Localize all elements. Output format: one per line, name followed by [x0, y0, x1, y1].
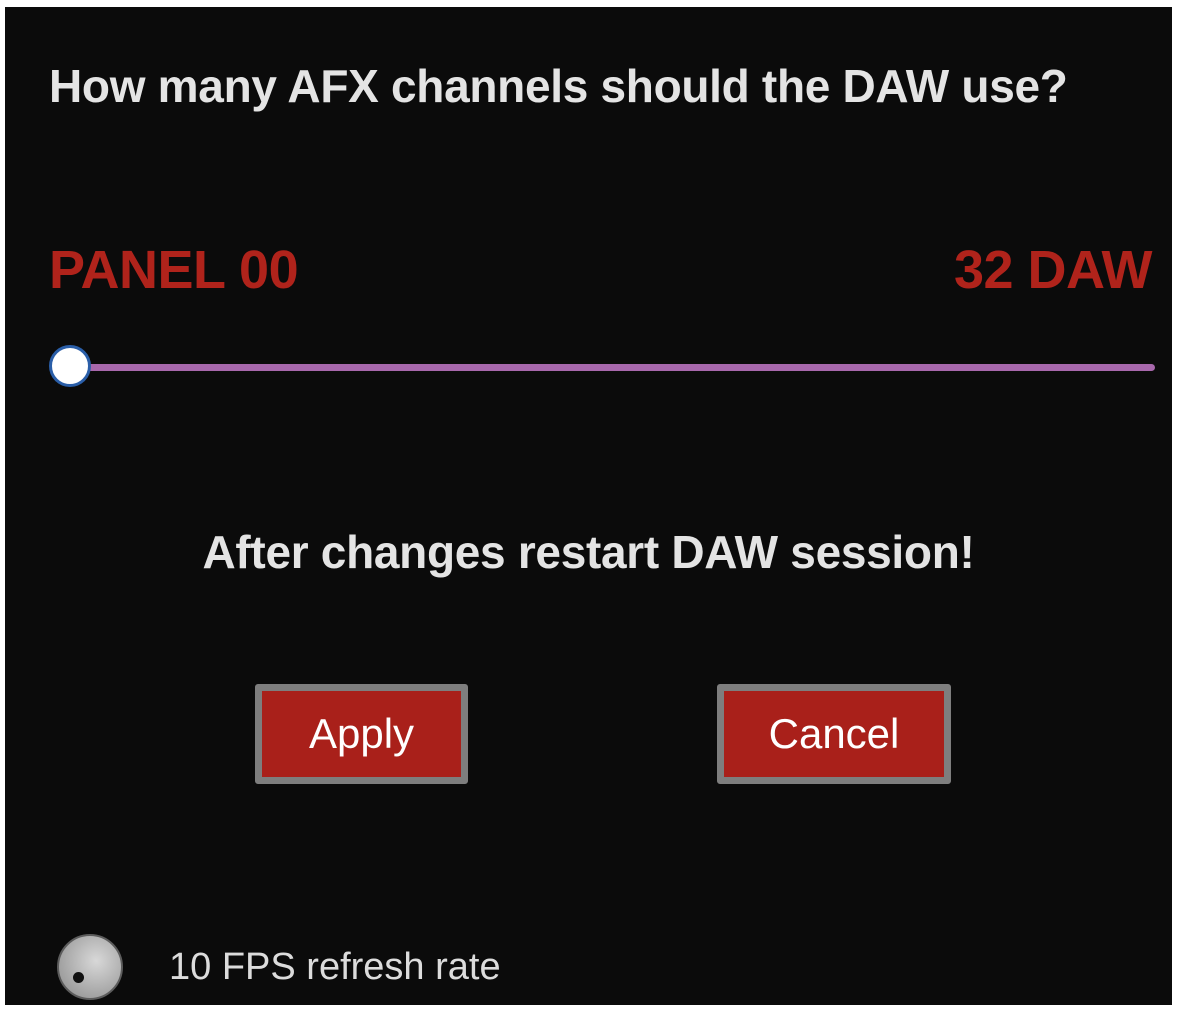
- cancel-button[interactable]: Cancel: [717, 684, 951, 784]
- slider-thumb-icon[interactable]: [49, 345, 91, 387]
- fps-setting: 10 FPS refresh rate: [57, 932, 501, 1002]
- restart-warning: After changes restart DAW session!: [202, 526, 975, 578]
- apply-button[interactable]: Apply: [255, 684, 468, 784]
- dialog-question: How many AFX channels should the DAW use…: [49, 60, 1068, 112]
- knob-icon[interactable]: [57, 934, 123, 1000]
- range-max-label: 32 DAW: [953, 240, 1153, 300]
- afx-channels-dialog: How many AFX channels should the DAW use…: [5, 7, 1172, 1005]
- range-min-label: PANEL 00: [49, 240, 299, 300]
- fps-label: 10 FPS refresh rate: [169, 945, 501, 988]
- channel-slider[interactable]: [49, 340, 1155, 396]
- slider-track[interactable]: [69, 364, 1155, 371]
- knob-indicator-dot: [73, 972, 84, 983]
